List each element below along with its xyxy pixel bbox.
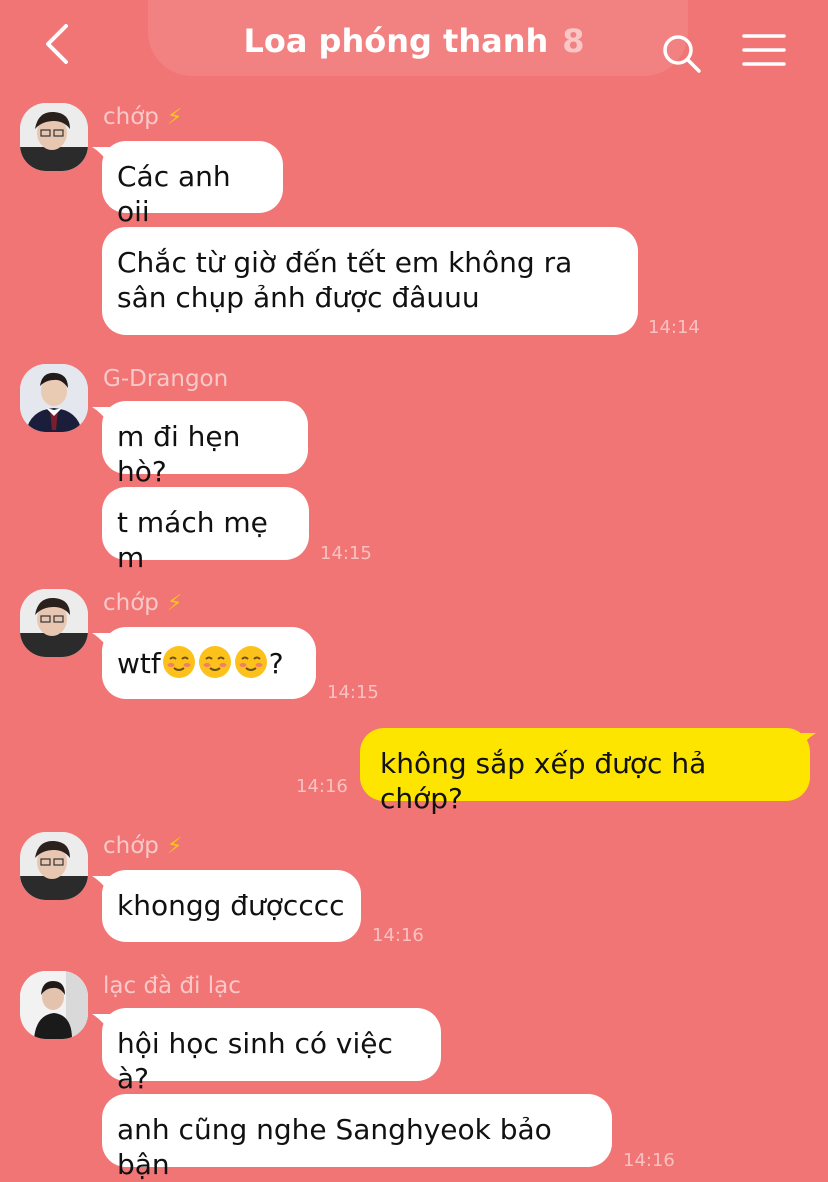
timestamp: 14:15	[320, 543, 372, 564]
message-text: t mách mẹ m	[117, 506, 268, 574]
lightning-icon: ⚡	[166, 105, 183, 130]
message-bubble[interactable]: Chắc từ giờ đến tết em không ra sân chụp…	[102, 227, 638, 335]
avatar-g-drangon[interactable]	[20, 364, 88, 432]
timestamp: 14:16	[623, 1150, 675, 1171]
menu-button[interactable]	[742, 32, 786, 68]
message-text: hội học sinh có việc à?	[117, 1027, 393, 1095]
smiling-face-icon	[198, 646, 231, 678]
smiling-face-icon	[162, 646, 195, 678]
sender-name-text: chớp	[103, 104, 159, 130]
sender-name: chớp ⚡	[103, 104, 182, 130]
message-text: Các anh oii	[117, 160, 231, 228]
member-count: 8	[562, 22, 585, 60]
chat-header: Loa phóng thanh 8	[0, 0, 828, 92]
message-bubble[interactable]: t mách mẹ m	[102, 487, 309, 574]
hamburger-menu-icon	[742, 34, 786, 66]
message-text: Chắc từ giờ đến tết em không ra sân chụp…	[117, 246, 573, 314]
message-text: không sắp xếp được hả chớp?	[380, 747, 707, 815]
sender-name: G-Drangon	[103, 366, 229, 392]
message-text: m đi hẹn hò?	[117, 420, 241, 488]
sender-name: chớp ⚡	[103, 833, 182, 859]
message-text: anh cũng nghe Sanghyeok bảo bận	[117, 1113, 552, 1181]
message-text-suffix: ?	[268, 647, 284, 680]
lightning-icon: ⚡	[166, 834, 183, 859]
bubble-tail	[798, 733, 816, 751]
message-text: wtf	[117, 647, 161, 680]
chat-title-text: Loa phóng thanh	[243, 22, 549, 60]
message-bubble[interactable]: Các anh oii	[102, 141, 283, 228]
search-icon	[663, 35, 701, 73]
sender-name: lạc đà đi lạc	[103, 973, 241, 999]
my-message-bubble[interactable]: không sắp xếp được hả chớp?	[360, 728, 810, 815]
avatar-chop[interactable]	[20, 103, 88, 171]
avatar-lac-da-di-lac[interactable]	[20, 971, 88, 1039]
message-bubble[interactable]: wtf?	[102, 627, 316, 699]
avatar-chop[interactable]	[20, 832, 88, 900]
timestamp: 14:15	[327, 682, 379, 703]
timestamp: 14:16	[372, 925, 424, 946]
timestamp: 14:16	[296, 776, 348, 797]
message-bubble[interactable]: khongg đượcccc	[102, 870, 361, 942]
message-bubble[interactable]: hội học sinh có việc à?	[102, 1008, 441, 1095]
message-bubble[interactable]: anh cũng nghe Sanghyeok bảo bận	[102, 1094, 612, 1181]
sender-name: chớp ⚡	[103, 590, 182, 616]
message-text: khongg đượcccc	[117, 889, 345, 922]
sender-name-text: chớp	[103, 590, 159, 616]
lightning-icon: ⚡	[166, 591, 183, 616]
timestamp: 14:14	[648, 317, 700, 338]
message-bubble[interactable]: m đi hẹn hò?	[102, 401, 308, 488]
search-button[interactable]	[660, 32, 704, 76]
smiling-face-icon	[234, 646, 267, 678]
sender-name-text: chớp	[103, 833, 159, 859]
avatar-chop[interactable]	[20, 589, 88, 657]
